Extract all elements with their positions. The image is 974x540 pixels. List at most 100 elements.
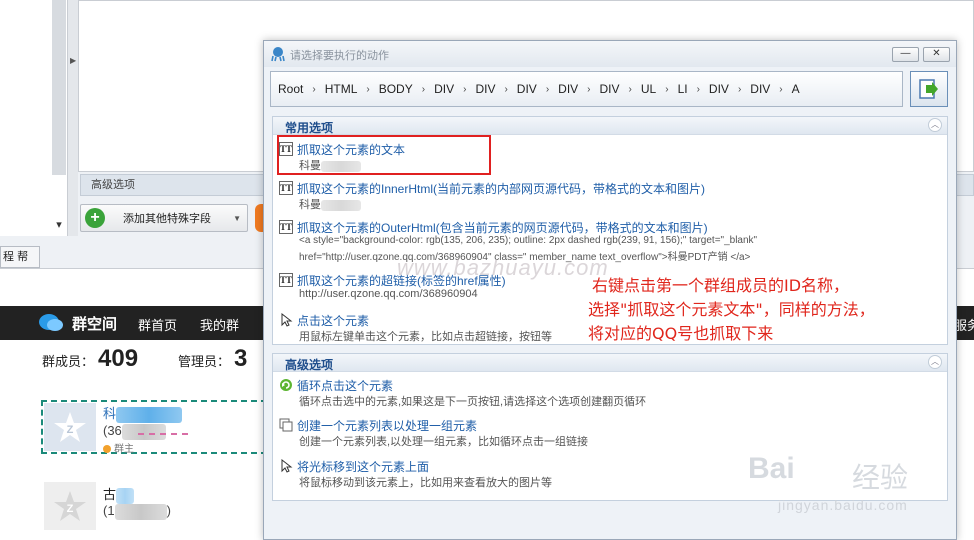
owner-badge: 群主 [103,440,134,455]
common-options-header[interactable]: 常用选项 ︿ [273,117,947,135]
close-button[interactable]: ✕ [923,47,950,62]
path-separator: › [421,83,426,95]
path-segment[interactable]: DIV [600,82,620,96]
help-tab[interactable]: 程 帮助 [0,246,40,283]
minimize-button[interactable]: — [892,47,919,62]
svg-text:Z: Z [67,503,74,515]
group-space-logo-icon [39,314,63,331]
option-desc: 循环点击选中的元素,如果这是下一页按钮,请选择这个选项创建翻页循环 [299,396,647,408]
option-title: 创建一个元素列表以处理一组元素 [297,419,478,433]
pane-splitter[interactable]: ▶ [68,0,78,236]
member-name-link[interactable]: 科 [103,403,183,423]
path-segment[interactable]: LI [678,82,688,96]
left-pane-scrollbar[interactable] [52,0,66,175]
collapse-icon[interactable]: ︿ [928,118,942,132]
cursor-icon [281,459,293,473]
member-count-value: 409 [98,345,139,372]
annotation-line-2: 选择"抓取这个元素文本"，同样的方法， [588,300,875,319]
member-count-stat: 群成员： 409 [42,345,138,373]
baidu-url-watermark: jingyan.baidu.com [778,497,908,513]
option-title: 循环点击这个元素 [297,379,394,393]
help-tab-prefix: 程 [3,251,14,263]
member-qq-number[interactable]: (1) [103,503,171,520]
admin-count-label: 管理员： [178,354,231,369]
blurred-name [116,487,135,504]
member-count-label: 群成员： [42,354,95,369]
highlight-red-box [277,135,491,175]
dialog-title-bar[interactable]: 请选择要执行的动作 — ✕ [264,41,956,67]
option-title: 抓取这个元素的OuterHtml(包含当前元素的网页源代码，带格式的文本和图片) [297,221,708,235]
dropdown-caret-icon: ▼ [233,213,241,223]
option-desc: 创建一个元素列表,以处理一组元素，比如循环点击一组链接 [299,436,589,448]
path-segment[interactable]: Root [278,82,303,96]
annotation-line-1: 右键点击第一个群组成员的ID名称， [592,276,850,295]
path-separator: › [545,83,550,95]
dialog-title: 请选择要执行的动作 [290,50,389,62]
add-special-field-button[interactable]: + 添加其他特殊字段 ▼ [80,204,248,232]
member-name-link[interactable]: 古 [103,484,135,504]
owner-icon [103,445,111,454]
member-name-text: 科 [103,406,117,421]
text-tt-icon: TT [279,220,293,234]
path-segment[interactable]: A [792,82,800,96]
owner-badge-label: 群主 [114,444,134,455]
path-segment[interactable]: DIV [517,82,537,96]
plus-icon: + [85,208,105,228]
blurred-qq [121,423,166,440]
nav-group-home[interactable]: 群首页 [138,315,177,334]
option-title: 抓取这个元素的InnerHtml(当前元素的内部网页源代码，带格式的文本和图片) [297,182,706,196]
site-watermark: www.bazhuayu.com [397,255,609,280]
default-avatar-star-icon: Z [54,412,86,442]
path-segment[interactable]: DIV [475,82,495,96]
collapse-icon[interactable]: ︿ [928,355,942,369]
path-separator: › [696,83,700,95]
arrow-right-exit-icon [919,79,938,99]
member-qq-number[interactable]: (36 [103,423,166,440]
path-separator: › [779,83,783,95]
advanced-options-title: 高级选项 [285,358,334,372]
option-desc: http://user.qzone.qq.com/368960904 [299,288,478,300]
advanced-options-header[interactable]: 高级选项 ︿ [273,354,947,372]
path-segment[interactable]: BODY [379,82,413,96]
member-avatar[interactable]: Z [44,403,96,451]
cursor-icon [281,313,293,327]
member-name-text: 古 [103,487,117,502]
pink-selection-outline [138,433,188,435]
common-options-title: 常用选项 [285,121,334,135]
baidu-logo: Bai [748,452,795,485]
advanced-options-panel: 高级选项 ︿ 循环点击这个元素 循环点击选中的元素,如果这是下一页按钮,请选择这… [272,353,948,501]
annotation-line-3: 将对应的QQ号也抓取下来 [588,324,774,343]
member-qq-suffix: ) [166,503,171,518]
path-separator: › [628,83,632,95]
option-title: 将光标移到这个元素上面 [297,460,430,474]
path-segment[interactable]: UL [641,82,656,96]
blurred-name [116,406,183,423]
path-segment[interactable]: DIV [434,82,454,96]
path-segment[interactable]: DIV [558,82,578,96]
text-tt-icon: TT [279,181,293,195]
path-separator: › [463,83,467,95]
admin-count-stat: 管理员： 3 [178,345,247,373]
list-icon [279,418,293,432]
path-separator: › [737,83,742,95]
text-tt-icon: TT [279,273,293,287]
next-step-button[interactable] [910,71,948,107]
splitter-arrow-icon: ▶ [70,56,77,65]
baidu-jingyan-text: 经验 [852,462,909,493]
svg-text:Z: Z [67,424,74,436]
blurred-text [321,199,361,211]
option-title: 点击这个元素 [297,314,370,328]
path-separator: › [312,83,316,95]
scroll-down-arrow-icon[interactable]: ▾ [52,218,66,232]
member-qq-text: (1 [103,503,115,518]
nav-my-groups[interactable]: 我的群 [200,315,239,334]
path-segment[interactable]: HTML [325,82,358,96]
path-segment[interactable]: DIV [709,82,729,96]
path-separator: › [665,83,669,95]
option-desc: 将鼠标移动到该元素上，比如用来查看放大的图片等 [299,477,552,489]
nav-service[interactable]: 服务 [954,315,974,334]
default-avatar-star-icon: Z [54,491,86,521]
group-space-brand[interactable]: 群空间 [72,313,117,334]
member-avatar[interactable]: Z [44,482,96,530]
path-segment[interactable]: DIV [750,82,770,96]
